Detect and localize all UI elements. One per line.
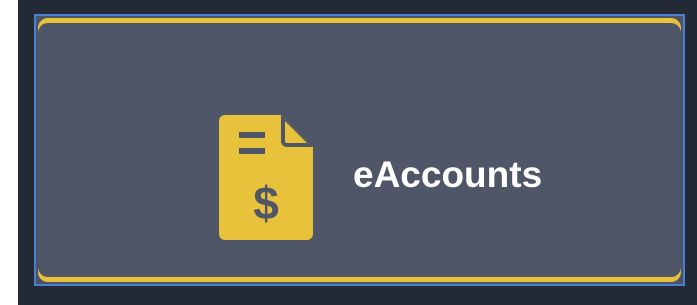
screen: $ eAccounts xyxy=(0,0,697,305)
tile-label: eAccounts xyxy=(353,154,543,195)
eaccounts-tile-button[interactable]: $ eAccounts xyxy=(34,14,685,286)
svg-text:$: $ xyxy=(253,177,279,229)
